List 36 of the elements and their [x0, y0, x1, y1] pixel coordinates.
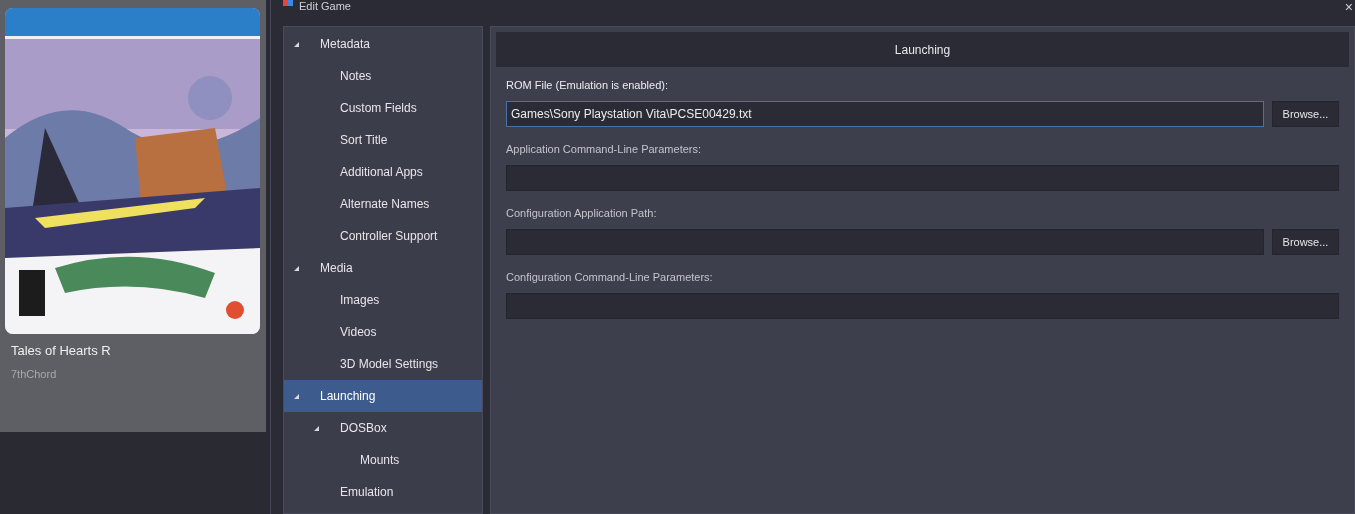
game-developer: 7thChord: [11, 366, 58, 382]
tree-item[interactable]: Custom Fields: [284, 92, 482, 124]
tree-item[interactable]: Media: [284, 252, 482, 284]
browse-button[interactable]: Browse...: [1272, 229, 1339, 255]
game-title: Tales of Hearts R: [11, 342, 112, 360]
input-field[interactable]: [506, 165, 1339, 191]
panel-header: Launching: [496, 32, 1349, 67]
expanded-triangle-icon[interactable]: [294, 393, 299, 399]
field-label: Configuration Application Path:: [506, 206, 658, 220]
tree-item[interactable]: Sort Title: [284, 124, 482, 156]
tree-item[interactable]: Alternate Names: [284, 188, 482, 220]
field-label: ROM File (Emulation is enabled):: [506, 78, 669, 92]
field-label: Configuration Command-Line Parameters:: [506, 270, 714, 284]
tree-item[interactable]: Emulation: [284, 476, 482, 508]
input-field[interactable]: Games\Sony Playstation Vita\PCSE00429.txt: [506, 101, 1264, 127]
tree-item[interactable]: Additional Apps: [284, 156, 482, 188]
tree-item[interactable]: Videos: [284, 316, 482, 348]
input-field[interactable]: [506, 293, 1339, 319]
expanded-triangle-icon[interactable]: [314, 425, 319, 431]
window-title: Edit Game: [299, 0, 351, 12]
tree-item[interactable]: Notes: [284, 60, 482, 92]
tree-item[interactable]: 3D Model Settings: [284, 348, 482, 380]
app-icon: [283, 0, 293, 6]
close-button[interactable]: ×: [1344, 0, 1353, 14]
tree-item[interactable]: Metadata: [284, 28, 482, 60]
input-field[interactable]: [506, 229, 1264, 255]
tree-item[interactable]: Images: [284, 284, 482, 316]
expanded-triangle-icon[interactable]: [294, 265, 299, 271]
tree-item[interactable]: Controller Support: [284, 220, 482, 252]
tree-item[interactable]: DOSBox: [284, 412, 482, 444]
field-label: Application Command-Line Parameters:: [506, 142, 703, 156]
tree-item[interactable]: Mounts: [284, 444, 482, 476]
browse-button[interactable]: Browse...: [1272, 101, 1339, 127]
game-card[interactable]: Tales of Hearts R 7thChord: [0, 0, 266, 432]
tree-item[interactable]: Launching: [284, 380, 482, 412]
expanded-triangle-icon[interactable]: [294, 41, 299, 47]
